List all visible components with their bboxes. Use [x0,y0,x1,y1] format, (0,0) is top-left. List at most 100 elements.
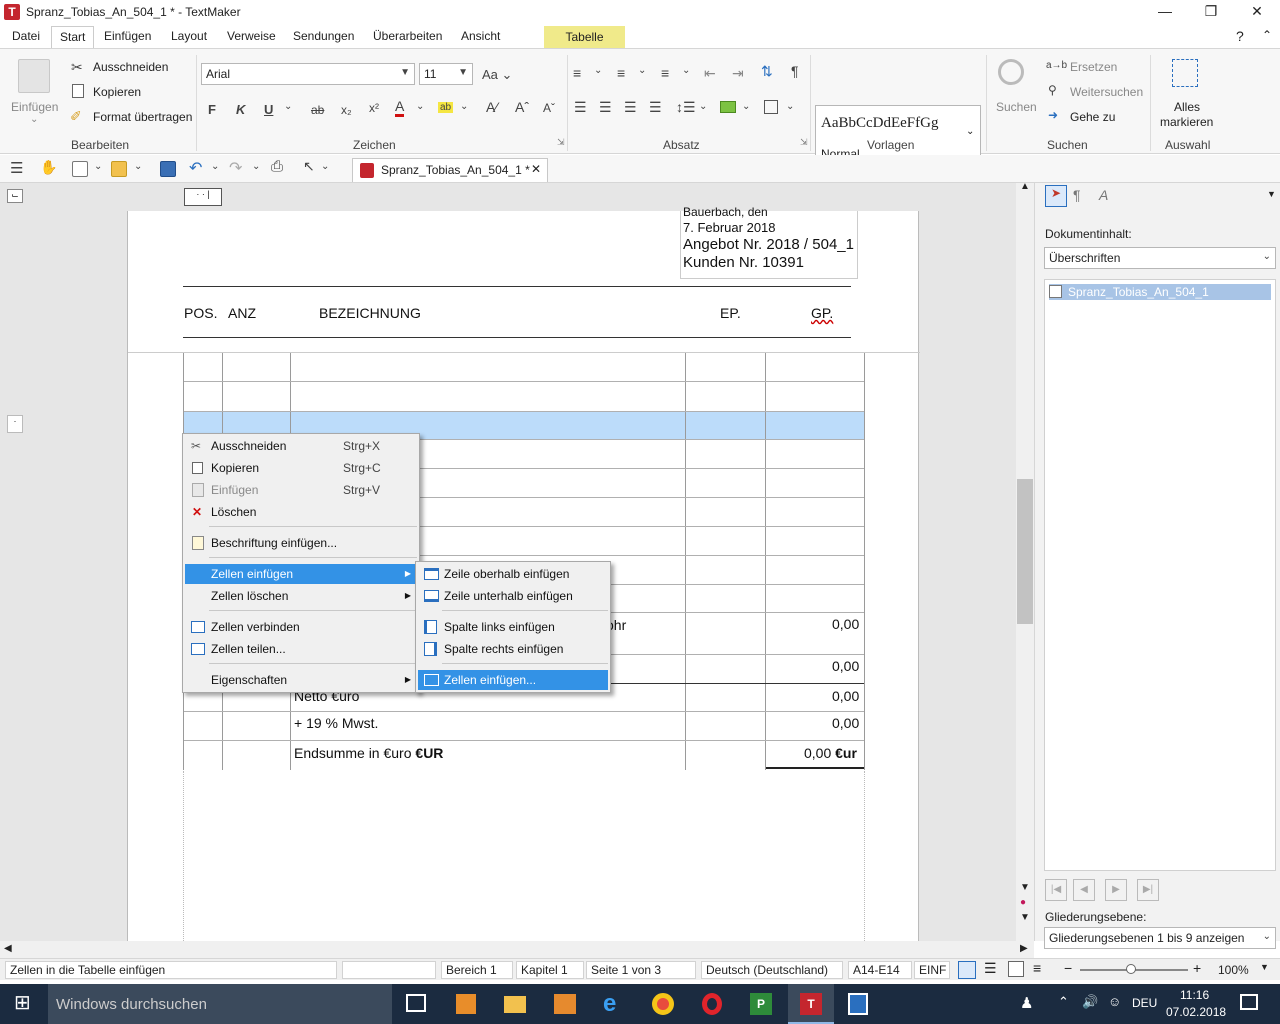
ctx-caption[interactable]: Beschriftung einfügen... [185,533,417,553]
align-left-icon[interactable]: ☰ [574,99,587,116]
textmaker-taskbar-button[interactable]: T [788,984,834,1024]
scrollbar-thumb[interactable] [1017,479,1033,624]
outline-tree-item[interactable]: Spranz_Tobias_An_504_1 [1049,284,1271,300]
tray-chevron-up-icon[interactable]: ⌃ [1058,994,1069,1010]
document-tab[interactable]: Spranz_Tobias_An_504_1 * ✕ [352,158,548,182]
ctx-split-cells[interactable]: Zellen teilen... [185,639,417,659]
multilevel-list-icon[interactable]: ≡ [661,65,669,81]
new-document-icon[interactable] [72,161,88,177]
scroll-down-icon[interactable]: ▼ [1020,882,1030,893]
ctx-delete[interactable]: ✕ Löschen [185,502,417,522]
pointer-icon[interactable]: ↖ [303,158,315,175]
search-next-button[interactable]: Weitersuchen [1070,85,1143,99]
print-icon[interactable]: ⎙ [271,158,283,175]
minimize-icon[interactable]: — [1142,0,1188,24]
decrease-indent-icon[interactable]: ⇤ [704,65,716,82]
menu-start[interactable]: Start [51,26,95,49]
taskbar-search-box[interactable]: Windows durchsuchen [48,984,392,1024]
clear-format-icon[interactable]: A⁄ [486,99,498,115]
select-all-line1[interactable]: Alles [1174,100,1200,114]
zoom-level[interactable]: 100% [1218,963,1249,977]
master-page-view-icon[interactable] [1008,961,1024,977]
italic-icon[interactable]: K [236,102,245,117]
outline-view-icon[interactable]: ≡ [1033,960,1041,976]
sub-insert-col-left[interactable]: Spalte links einfügen [418,617,608,637]
continuous-view-icon[interactable]: ☰ [984,960,997,977]
file-explorer-icon[interactable] [504,996,526,1013]
chevron-down-icon[interactable]: ⌄ [321,161,329,172]
ctx-delete-cells[interactable]: Zellen löschen ▶ [185,586,417,606]
menu-ueberarbeiten[interactable]: Überarbeiten [373,29,442,43]
chevron-down-icon[interactable]: ⌄ [134,161,142,172]
menu-sendungen[interactable]: Sendungen [293,29,354,43]
redo-icon[interactable]: ↷ [229,158,242,178]
content-type-select[interactable]: Überschriften ⌄ [1044,247,1276,269]
next-icon[interactable]: ▶ [1105,879,1127,901]
replace-button[interactable]: Ersetzen [1070,60,1117,74]
subscript-icon[interactable]: x₂ [341,103,352,117]
chevron-down-icon[interactable]: ⌄ [682,65,690,76]
font-size-select[interactable]: 11 ▼ [419,63,473,85]
close-tab-icon[interactable]: ✕ [531,162,541,176]
help-icon[interactable]: ? [1236,28,1244,44]
status-language[interactable]: Deutsch (Deutschland) [701,961,843,979]
planmaker-icon[interactable]: P [750,993,772,1015]
chevron-down-icon[interactable]: ⌄ [699,101,707,112]
menu-datei[interactable]: Datei [12,29,40,43]
ctx-merge-cells[interactable]: Zellen verbinden [185,617,417,637]
format-painter-button[interactable]: Format übertragen [93,110,192,124]
first-icon[interactable]: |◀ [1045,879,1067,901]
pilcrow-icon[interactable]: ¶ [791,63,799,79]
paragraph-styles-icon[interactable]: ¶ [1073,187,1081,203]
increase-indent-icon[interactable]: ⇥ [732,65,744,82]
people-icon[interactable]: ♟ [1020,994,1033,1012]
edge-browser-icon[interactable]: e [603,990,616,1018]
character-styles-icon[interactable]: A [1099,187,1108,203]
justify-icon[interactable]: ☰ [649,99,662,116]
chevron-down-icon[interactable]: ⌄ [284,101,292,112]
font-color-icon[interactable]: A [395,99,405,117]
chrome-icon[interactable] [652,993,674,1015]
horizontal-scrollbar[interactable]: ◀ ▶ [0,941,1034,958]
scroll-up-icon[interactable]: ▲ [1020,181,1030,192]
panel-menu-icon[interactable]: ▼ [1267,189,1276,199]
highlight-icon[interactable]: ab [438,102,454,113]
task-view-icon[interactable] [406,994,426,1012]
previous-icon[interactable]: ◀ [1073,879,1095,901]
ctx-properties[interactable]: Eigenschaften ▶ [185,670,417,690]
volume-icon[interactable]: 🔊 [1082,994,1098,1010]
underline-icon[interactable]: U [264,102,273,117]
open-folder-icon[interactable] [111,161,127,177]
superscript-icon[interactable]: x² [369,101,379,115]
borders-icon[interactable] [764,100,778,114]
menu-verweise[interactable]: Verweise [227,29,276,43]
paste-button[interactable]: Einfügen [11,100,58,114]
line-spacing-icon[interactable]: ↕☰ [676,99,696,116]
cut-button[interactable]: Ausschneiden [93,60,168,74]
chevron-down-icon[interactable]: ⌄ [416,101,424,112]
grow-font-icon[interactable]: Aˆ [515,99,529,115]
undo-icon[interactable]: ↶ [189,158,202,178]
status-mode[interactable]: EINF [914,961,950,979]
chevron-down-icon[interactable]: ⌄ [786,101,794,112]
restore-icon[interactable]: ❐ [1188,0,1234,24]
dialog-launcher-icon[interactable]: ⇲ [800,137,808,148]
menu-layout[interactable]: Layout [171,29,207,43]
dialog-launcher-icon[interactable]: ⇲ [557,137,565,148]
ruler-cell-marker[interactable]: · · | [184,188,222,206]
tab-stop-type-icon[interactable]: ⌙ [7,189,23,203]
media-player-icon[interactable] [456,994,476,1014]
change-case-icon[interactable]: Aa ⌄ [482,67,512,83]
image-viewer-icon[interactable] [848,993,868,1015]
chevron-down-icon[interactable]: ⌄ [638,65,646,76]
zoom-slider-thumb[interactable] [1126,964,1136,974]
vertical-scrollbar[interactable]: ▲ ▼ ● ▼ [1016,181,1034,941]
chevron-down-icon[interactable]: ⌄ [594,65,602,76]
zoom-in-icon[interactable]: + [1193,960,1201,976]
chevron-down-icon[interactable]: ⌄ [94,161,102,172]
align-center-icon[interactable]: ☰ [599,99,612,116]
chevron-down-icon[interactable]: ⌄ [742,101,750,112]
scroll-left-icon[interactable]: ◀ [4,943,12,954]
paste-dropdown-icon[interactable]: ⌄ [30,114,38,125]
sort-icon[interactable]: ⇅ [761,63,773,80]
